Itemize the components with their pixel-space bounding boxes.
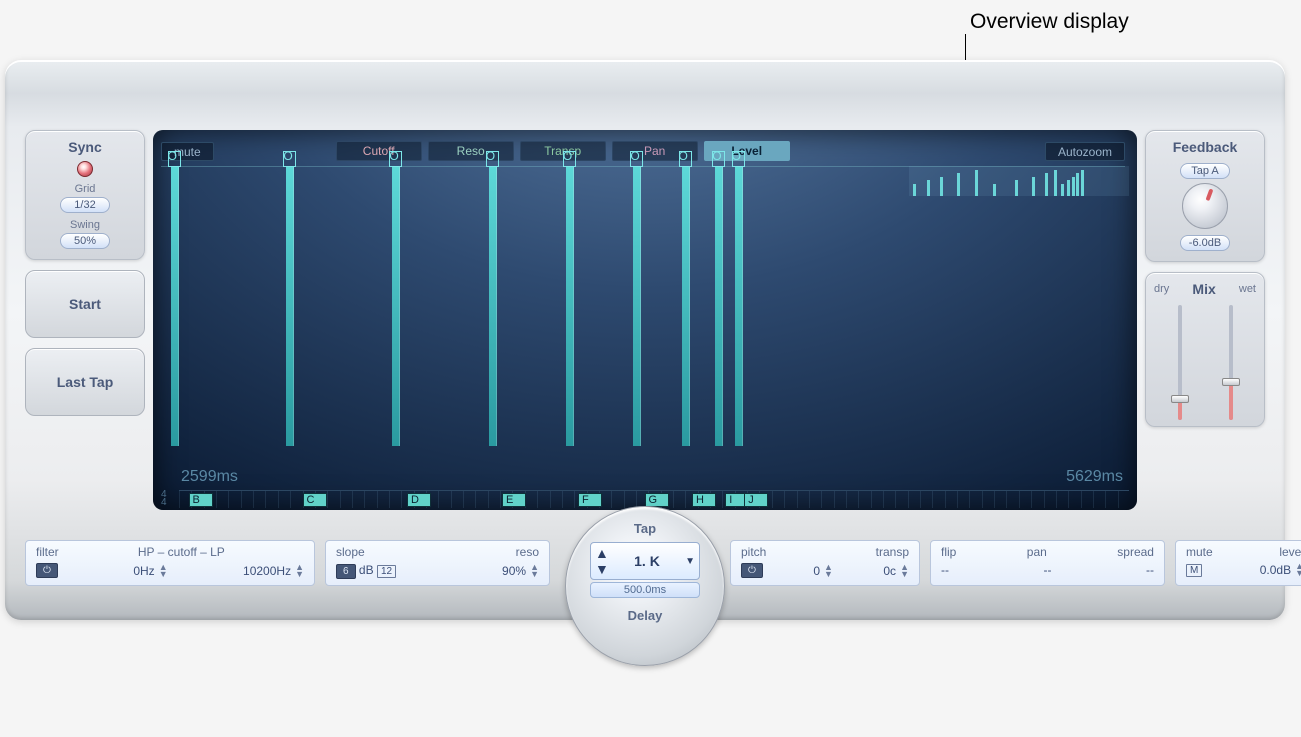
ruler-tap-B[interactable]: B — [189, 493, 213, 507]
pitch-cell: pitch transp ⏻ 0▲▼ 0c▲▼ — [730, 540, 920, 586]
overview-display[interactable]: mute Cutoff Reso Transp Pan Level Autozo… — [153, 130, 1137, 510]
tap-caption: Tap — [566, 521, 724, 536]
sync-led[interactable] — [77, 161, 93, 177]
tap-bars-area[interactable]: OOOOOOOOO — [161, 166, 1125, 446]
transp-value[interactable]: 0c▲▼ — [883, 564, 909, 578]
sync-panel: Sync Grid 1/32 Swing 50% — [25, 130, 145, 260]
level-value[interactable]: 0.0dB▲▼ — [1260, 563, 1301, 577]
wet-slider[interactable] — [1220, 301, 1242, 420]
tap-bar-H[interactable]: O — [682, 167, 690, 446]
pan-label: pan — [1027, 545, 1047, 559]
flip-label: flip — [941, 545, 956, 559]
tap-bar-C[interactable]: O — [286, 167, 294, 446]
start-button[interactable]: Start — [25, 270, 145, 338]
ruler-tap-J[interactable]: J — [744, 493, 768, 507]
mute-label: mute — [1186, 545, 1213, 559]
tap-bar-B[interactable]: O — [171, 167, 179, 446]
tab-cutoff[interactable]: Cutoff — [336, 141, 422, 161]
filter-span-label: HP – cutoff – LP — [138, 545, 225, 559]
pitch-on-button[interactable]: ⏻ — [741, 563, 763, 578]
time-range-right: 5629ms — [1066, 468, 1123, 486]
slope-value[interactable]: 6 dB 12 — [336, 563, 396, 579]
tap-bar-D[interactable]: O — [392, 167, 400, 446]
hp-cutoff-value[interactable]: 0Hz▲▼ — [133, 564, 167, 578]
grid-value[interactable]: 1/32 — [60, 197, 110, 213]
feedback-panel: Feedback Tap A -6.0dB — [1145, 130, 1265, 262]
left-side-panel: Sync Grid 1/32 Swing 50% Start Last Tap — [25, 130, 145, 426]
sync-label: Sync — [34, 139, 136, 155]
tap-selector-dial[interactable]: Tap ▲▼ 1. K ▼ 500.0ms Delay — [565, 506, 725, 666]
feedback-label: Feedback — [1154, 139, 1256, 155]
reso-label: reso — [516, 545, 539, 559]
level-cell: mute level M 0.0dB▲▼ — [1175, 540, 1301, 586]
pan-value[interactable]: -- — [1044, 563, 1052, 577]
flip-value[interactable]: -- — [941, 563, 949, 577]
tab-reso[interactable]: Reso — [428, 141, 514, 161]
spread-label: spread — [1117, 545, 1154, 559]
transp-label: transp — [876, 545, 909, 559]
swing-label: Swing — [34, 219, 136, 231]
feedback-source[interactable]: Tap A — [1180, 163, 1230, 179]
ruler-tap-F[interactable]: F — [578, 493, 602, 507]
spread-value[interactable]: -- — [1146, 563, 1154, 577]
slope-cell: slope reso 6 dB 12 90%▲▼ — [325, 540, 550, 586]
mute-button[interactable]: M — [1186, 564, 1202, 577]
tap-parameter-strip: filter HP – cutoff – LP ⏻ 0Hz▲▼ 10200Hz▲… — [25, 540, 1265, 586]
tap-bar-E[interactable]: O — [489, 167, 497, 446]
wet-label: wet — [1239, 283, 1256, 295]
ruler-tap-E[interactable]: E — [502, 493, 526, 507]
ruler-tap-D[interactable]: D — [407, 493, 431, 507]
plugin-chassis: Sync Grid 1/32 Swing 50% Start Last Tap … — [5, 60, 1285, 620]
callout-label: Overview display — [970, 10, 1129, 34]
filter-cell: filter HP – cutoff – LP ⏻ 0Hz▲▼ 10200Hz▲… — [25, 540, 315, 586]
grid-label: Grid — [34, 183, 136, 195]
last-tap-button[interactable]: Last Tap — [25, 348, 145, 416]
feedback-value[interactable]: -6.0dB — [1180, 235, 1230, 251]
pan-cell: flip pan spread -- -- -- — [930, 540, 1165, 586]
delay-caption: Delay — [566, 608, 724, 623]
ruler-tap-G[interactable]: G — [645, 493, 669, 507]
lp-cutoff-value[interactable]: 10200Hz▲▼ — [243, 564, 304, 578]
tap-bar-I[interactable]: O — [715, 167, 723, 446]
tap-bar-J[interactable]: O — [735, 167, 743, 446]
level-label: level — [1279, 545, 1301, 559]
tap-bar-G[interactable]: O — [633, 167, 641, 446]
swing-value[interactable]: 50% — [60, 233, 110, 249]
ruler-tap-C[interactable]: C — [303, 493, 327, 507]
pitch-label: pitch — [741, 545, 766, 559]
autozoom-button[interactable]: Autozoom — [1045, 142, 1125, 161]
time-signature: 4 4 — [161, 490, 179, 508]
slope-label: slope — [336, 545, 365, 559]
tap-bar-F[interactable]: O — [566, 167, 574, 446]
dry-slider[interactable] — [1169, 301, 1191, 420]
filter-on-button[interactable]: ⏻ — [36, 563, 58, 578]
filter-label: filter — [36, 545, 59, 559]
tap-selector[interactable]: ▲▼ 1. K ▼ — [590, 542, 700, 580]
dry-label: dry — [1154, 283, 1169, 295]
reso-value[interactable]: 90%▲▼ — [502, 564, 539, 578]
pitch-value[interactable]: 0▲▼ — [813, 564, 833, 578]
time-range-left: 2599ms — [181, 468, 238, 486]
right-side-panel: Feedback Tap A -6.0dB dry Mix wet — [1145, 130, 1265, 437]
ruler-tap-H[interactable]: H — [692, 493, 716, 507]
mix-label: Mix — [1192, 281, 1215, 297]
mix-panel: dry Mix wet — [1145, 272, 1265, 427]
tap-delay-value[interactable]: 500.0ms — [590, 582, 700, 598]
feedback-knob[interactable] — [1182, 183, 1228, 229]
